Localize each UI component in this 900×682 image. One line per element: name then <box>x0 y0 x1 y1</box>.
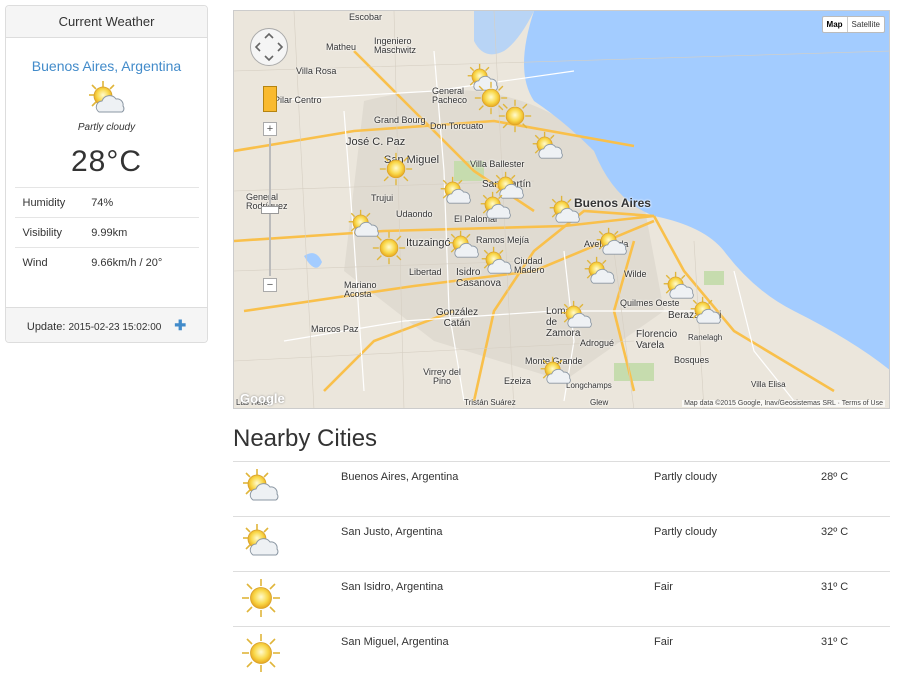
map-label: Udaondo <box>396 209 433 219</box>
stat-label: Visibility <box>14 217 92 248</box>
partly-cloudy-icon[interactable] <box>439 176 473 210</box>
nearby-cities-title: Nearby Cities <box>233 425 378 452</box>
map-label: Adrogué <box>580 338 615 348</box>
table-row: San Justo, Argentina Partly cloudy 32º C <box>233 516 890 572</box>
map-label: Escobar <box>349 12 383 22</box>
update-label: Update: <box>26 321 66 333</box>
map-label: Ezeiza <box>504 376 532 386</box>
map-label: Pilar Centro <box>274 95 322 105</box>
partly-cloudy-icon <box>87 80 127 120</box>
plus-icon[interactable]: ✚ <box>174 308 186 342</box>
map-type-map-button[interactable]: Map <box>823 17 848 32</box>
row-city: Buenos Aires, Argentina <box>340 461 653 517</box>
weather-stats-table: Humidity 74% Visibility 9.99km Wind 9.66… <box>14 187 199 277</box>
zoom-in-button[interactable]: + <box>263 122 277 136</box>
map-label: González Catán <box>435 307 479 329</box>
sun-icon[interactable] <box>498 99 532 133</box>
partly-cloudy-icon[interactable] <box>689 296 723 330</box>
row-city: San Isidro, Argentina <box>340 571 653 627</box>
current-weather-panel: Current Weather Buenos Aires, Argentina … <box>5 5 208 343</box>
map-label: Wilde <box>624 269 647 279</box>
partly-cloudy-icon[interactable] <box>479 191 513 225</box>
row-city: San Justo, Argentina <box>340 516 653 572</box>
row-icon-cell <box>233 516 340 572</box>
map-label: Villa Ballester <box>470 159 525 169</box>
row-temp: 32º C <box>820 516 890 572</box>
row-condition: Fair <box>653 626 820 682</box>
stat-value: 9.99km <box>91 217 199 248</box>
row-icon-cell <box>233 571 340 627</box>
map-label: José C. Paz <box>346 136 406 148</box>
panel-footer: Update: 2015-02-23 15:02:00 ✚ <box>6 307 207 342</box>
map-label: Tristán Suárez <box>464 398 516 407</box>
sun-icon[interactable] <box>379 152 413 186</box>
map-label: Matheu <box>326 42 357 52</box>
map-label: Florencio Varela <box>636 329 678 351</box>
partly-cloudy-icon[interactable] <box>560 300 594 334</box>
row-condition: Partly cloudy <box>653 461 820 517</box>
table-row: Buenos Aires, Argentina Partly cloudy 28… <box>233 461 890 517</box>
partly-cloudy-icon[interactable] <box>480 246 514 280</box>
map-label: Ciudad Madero <box>514 256 545 275</box>
row-icon-cell <box>233 461 340 517</box>
table-row: San Isidro, Argentina Fair 31º C <box>233 571 890 627</box>
zoom-out-button[interactable]: − <box>263 278 277 292</box>
stat-row: Wind 9.66km/h / 20° <box>14 247 199 277</box>
stat-label: Wind <box>14 247 92 277</box>
google-logo: Google <box>240 391 285 406</box>
sun-icon <box>241 578 281 618</box>
partly-cloudy-icon[interactable] <box>531 131 565 165</box>
street-view-pegman-icon[interactable] <box>263 86 277 112</box>
partly-cloudy-icon[interactable] <box>583 256 617 290</box>
stat-label: Humidity <box>14 187 92 218</box>
map-label: Grand Bourg <box>374 115 426 125</box>
map-label: Don Torcuato <box>430 121 484 131</box>
map-type-satellite-button[interactable]: Satellite <box>848 17 884 32</box>
update-timestamp: 2015-02-23 15:02:00 <box>68 322 162 333</box>
map-label: Trujui <box>371 193 394 203</box>
row-condition: Fair <box>653 571 820 627</box>
map-label: Ingeniero Maschwitz <box>374 36 417 55</box>
sun-icon[interactable] <box>372 231 406 265</box>
partly-cloudy-icon[interactable] <box>447 230 481 264</box>
map-label: Ituzaingó <box>406 237 451 249</box>
partly-cloudy-icon <box>241 523 281 563</box>
row-icon-cell <box>233 626 340 682</box>
current-city: Buenos Aires, Argentina <box>31 58 182 74</box>
partly-cloudy-icon <box>241 468 281 508</box>
stat-row: Visibility 9.99km <box>14 217 199 248</box>
current-condition: Partly cloudy <box>77 122 136 133</box>
row-condition: Partly cloudy <box>653 516 820 572</box>
map-label: Glew <box>590 398 609 407</box>
map-label: Ramos Mejía <box>476 235 530 245</box>
map-label: Villa Rosa <box>296 66 337 76</box>
map-label: Virrey del Pino <box>423 367 461 386</box>
map-label: Villa Elisa <box>751 380 786 389</box>
partly-cloudy-icon[interactable] <box>539 356 573 390</box>
map-label: Marcos Paz <box>311 324 359 334</box>
nearby-cities-table: Buenos Aires, Argentina Partly cloudy 28… <box>233 461 890 682</box>
table-row: San Miguel, Argentina Fair 31º C <box>233 626 890 682</box>
map-attribution[interactable]: Map data ©2015 Google, Inav/Geosistemas … <box>682 400 885 407</box>
map-label: Ranelagh <box>688 333 723 342</box>
stat-value: 74% <box>91 187 199 218</box>
map-type-control: Map Satellite <box>821 16 885 33</box>
panel-heading: Current Weather <box>6 6 207 38</box>
map-label: Mariano Acosta <box>344 280 377 299</box>
map-view[interactable]: Escobar Matheu Ingeniero Maschwitz Villa… <box>233 10 890 409</box>
zoom-slider-handle[interactable] <box>261 206 279 214</box>
partly-cloudy-icon[interactable] <box>548 195 582 229</box>
stat-value: 9.66km/h / 20° <box>91 247 199 277</box>
row-city: San Miguel, Argentina <box>340 626 653 682</box>
map-label: Libertad <box>409 267 442 277</box>
current-temperature: 28°C <box>70 145 143 178</box>
stat-row: Humidity 74% <box>14 187 199 218</box>
row-temp: 28º C <box>820 461 890 517</box>
sun-icon <box>241 633 281 673</box>
pan-control-icon[interactable] <box>250 28 288 66</box>
map-label: Bosques <box>674 355 710 365</box>
map-label: Buenos Aires <box>574 196 651 210</box>
row-temp: 31º C <box>820 571 890 627</box>
row-temp: 31º C <box>820 626 890 682</box>
